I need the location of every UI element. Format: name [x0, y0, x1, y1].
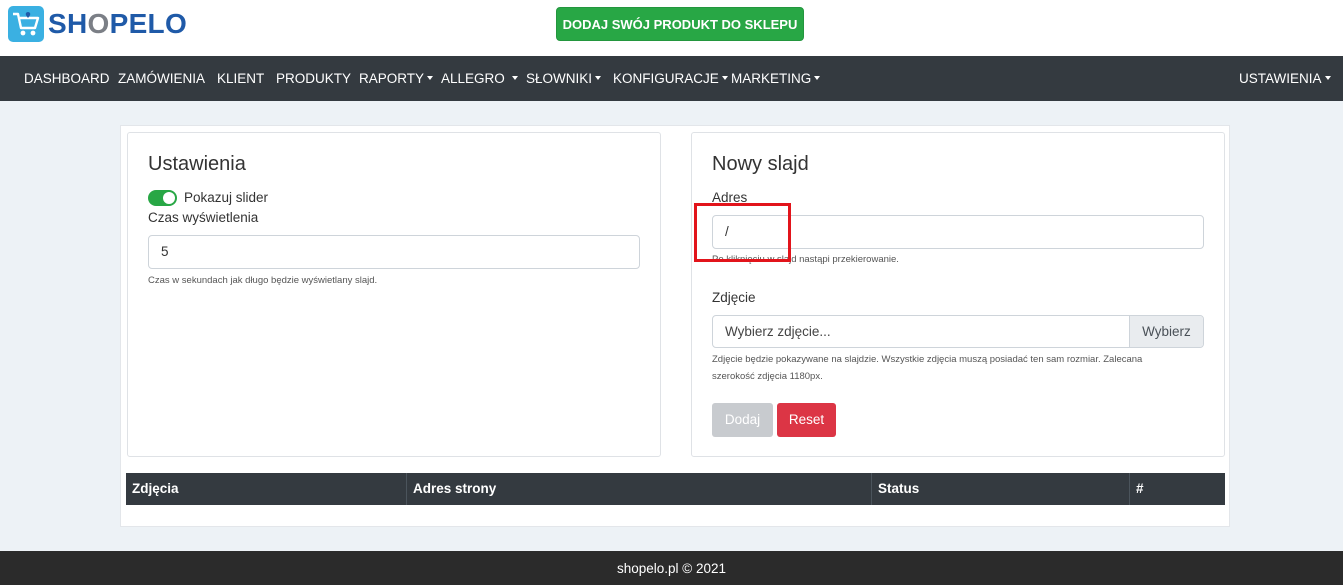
- display-time-input[interactable]: 5: [148, 235, 640, 269]
- image-help-line-1: Zdjęcie będzie pokazywane na slajdzie. W…: [712, 354, 1143, 365]
- nav-item-marketing[interactable]: MARKETING: [731, 56, 821, 101]
- logo-text: SHOPELO: [48, 8, 188, 39]
- browse-button[interactable]: Wybierz: [1129, 316, 1203, 347]
- image-help-line-2: szerokość zdjęcia 1180px.: [712, 371, 823, 382]
- caret-down-icon: [1324, 76, 1331, 81]
- shopelo-logo[interactable]: SHOPELO: [8, 6, 187, 42]
- caret-down-icon: [595, 76, 602, 81]
- image-label: Zdjęcie: [712, 290, 756, 305]
- caret-down-icon: [427, 76, 434, 81]
- column-header-images: Zdjęcia: [132, 481, 179, 496]
- footer: shopelo.pl © 2021: [0, 551, 1343, 585]
- shopping-cart-icon: [8, 6, 44, 42]
- new-slide-title: Nowy slajd: [712, 153, 809, 175]
- caret-down-icon: [721, 76, 728, 81]
- settings-card: Ustawienia Pokazuj slider Czas wyświetle…: [127, 132, 661, 457]
- nav-item-zamowienia[interactable]: ZAMÓWIENIA: [118, 56, 205, 101]
- nav-item-produkty[interactable]: PRODUKTY: [276, 56, 351, 101]
- image-file-input[interactable]: Wybierz zdjęcie... Wybierz: [712, 315, 1204, 348]
- image-file-placeholder: Wybierz zdjęcie...: [725, 324, 831, 339]
- add-slide-button[interactable]: Dodaj: [712, 403, 773, 437]
- show-slider-label: Pokazuj slider: [184, 190, 269, 205]
- add-product-button[interactable]: DODAJ SWÓJ PRODUKT DO SKLEPU: [556, 7, 804, 41]
- nav-item-raporty[interactable]: RAPORTY: [359, 56, 434, 101]
- reset-button[interactable]: Reset: [777, 403, 836, 437]
- main-nav: DASHBOARD ZAMÓWIENIA KLIENT PRODUKTY RAP…: [0, 56, 1343, 101]
- caret-down-icon: [814, 76, 821, 81]
- nav-item-klient[interactable]: KLIENT: [217, 56, 264, 101]
- nav-item-ustawienia[interactable]: USTAWIENIA: [1239, 56, 1331, 101]
- display-time-label: Czas wyświetlenia: [148, 210, 259, 225]
- nav-item-slowniki[interactable]: SŁOWNIKI: [526, 56, 602, 101]
- main-container: Ustawienia Pokazuj slider Czas wyświetle…: [120, 125, 1230, 527]
- nav-item-allegro[interactable]: ALLEGRO: [441, 56, 518, 101]
- new-slide-card: Nowy slajd Adres / Po kliknięciu w slajd…: [691, 132, 1225, 457]
- nav-item-konfiguracje[interactable]: KONFIGURACJE: [613, 56, 728, 101]
- caret-down-icon: [511, 76, 518, 81]
- show-slider-toggle[interactable]: [148, 190, 177, 206]
- display-time-help: Czas w sekundach jak długo będzie wyświe…: [148, 275, 378, 286]
- slides-table-header: Zdjęcia Adres strony Status #: [126, 473, 1225, 505]
- highlight-box: [694, 203, 791, 262]
- column-header-address: Adres strony: [406, 473, 871, 505]
- settings-title: Ustawienia: [148, 153, 246, 175]
- column-header-status: Status: [871, 473, 1129, 505]
- nav-item-dashboard[interactable]: DASHBOARD: [24, 56, 110, 101]
- column-header-actions: #: [1129, 473, 1225, 505]
- top-bar: SHOPELO DODAJ SWÓJ PRODUKT DO SKLEPU: [0, 0, 1343, 56]
